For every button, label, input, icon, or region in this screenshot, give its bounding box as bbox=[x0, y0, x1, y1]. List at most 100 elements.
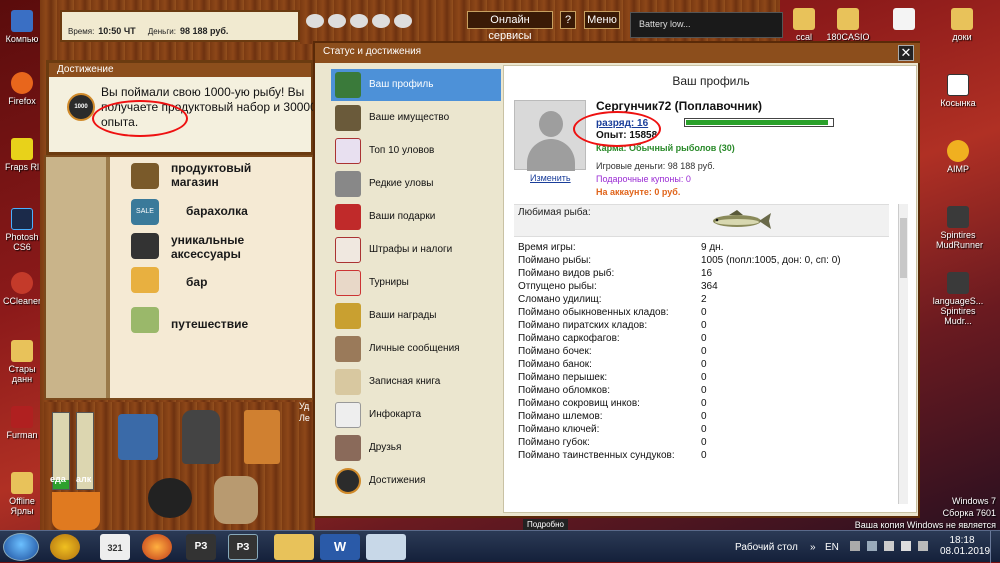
notebook-icon[interactable] bbox=[244, 410, 280, 464]
menu-item-notebook[interactable]: Записная книга bbox=[331, 366, 501, 398]
stats-row: Сломано удилищ: 2 bbox=[518, 294, 888, 307]
spintires-icon bbox=[947, 206, 969, 228]
pot-icon[interactable] bbox=[148, 478, 192, 518]
menu-item-achievements[interactable]: Достижения bbox=[331, 465, 501, 497]
stat-label: Поймано саркофагов: bbox=[518, 333, 620, 344]
shop-accessories[interactable]: уникальные аксессуары bbox=[171, 233, 244, 261]
stat-value: 1005 (попл:1005, дон: 0, сп: 0) bbox=[701, 255, 841, 266]
highlight-circle bbox=[92, 100, 188, 137]
side-labels: Уд Ле bbox=[299, 400, 313, 440]
stat-value: 9 дн. bbox=[701, 242, 724, 253]
food-label: еда bbox=[50, 474, 66, 484]
rf3-icon[interactable]: РЗ bbox=[228, 534, 258, 560]
scrollbar-thumb[interactable] bbox=[900, 218, 907, 278]
shop-bar[interactable]: бар bbox=[186, 275, 207, 289]
desktop-icon-language[interactable]: languageS... Spintires Mudr... bbox=[930, 272, 986, 326]
calendar-321-icon[interactable]: 321 bbox=[100, 534, 130, 560]
word-icon[interactable]: W bbox=[320, 534, 360, 560]
rf3-icon[interactable]: РЗ bbox=[186, 534, 216, 560]
clock[interactable]: 18:18 08.01.2019 bbox=[940, 535, 990, 557]
menu-item-profile[interactable]: Ваш профиль bbox=[331, 69, 501, 101]
favorite-fish-label: Любимая рыба: bbox=[518, 207, 591, 218]
menu-item-rare[interactable]: Редкие уловы bbox=[331, 168, 501, 200]
achievement-title: Достижение bbox=[49, 63, 311, 77]
edit-profile-link[interactable]: Изменить bbox=[530, 173, 571, 183]
tray-flag-icon[interactable] bbox=[867, 541, 877, 551]
desktop-icon-aimp[interactable]: AIMP bbox=[936, 140, 980, 174]
stats-row: Поймано видов рыб: 16 bbox=[518, 268, 888, 281]
explorer-icon[interactable] bbox=[274, 534, 314, 560]
furman-icon bbox=[11, 406, 33, 428]
start-button[interactable] bbox=[3, 533, 39, 561]
status-window-title: Статус и достижения bbox=[315, 43, 920, 63]
bucket-icon[interactable] bbox=[52, 492, 100, 530]
profile-icon bbox=[335, 72, 361, 98]
menu-item-tournaments[interactable]: Турниры bbox=[331, 267, 501, 299]
desktop-icon-computer[interactable]: Компью bbox=[0, 10, 44, 44]
rank-progress-fill bbox=[686, 120, 828, 125]
desktop-icon-fraps[interactable]: Fraps Rl bbox=[0, 138, 44, 172]
show-desktop-button[interactable] bbox=[990, 531, 1000, 563]
stat-label: Время игры: bbox=[518, 242, 576, 253]
desktop-icon-docs[interactable]: доки bbox=[940, 8, 984, 42]
menu-item-property[interactable]: Ваше имущество bbox=[331, 102, 501, 134]
desktop-icon-file[interactable] bbox=[882, 8, 926, 32]
desktop-icon-kosynka[interactable]: Косынка bbox=[936, 74, 980, 108]
menu-item-gifts[interactable]: Ваши подарки bbox=[331, 201, 501, 233]
stat-value: 0 bbox=[701, 372, 707, 383]
account-text: На аккаунте: 0 руб. bbox=[596, 187, 681, 197]
desktop-icon-furman[interactable]: Furman bbox=[0, 406, 44, 440]
bait-icon bbox=[372, 14, 390, 28]
desktop-icon-spintires[interactable]: Spintires MudRunner bbox=[936, 206, 983, 250]
stats-row: Поймано бочек: 0 bbox=[518, 346, 888, 359]
aimp-icon[interactable] bbox=[50, 534, 80, 560]
firefox-icon[interactable] bbox=[142, 534, 172, 560]
stat-value: 0 bbox=[701, 385, 707, 396]
desktop-icon-ccleaner[interactable]: CCleaner bbox=[0, 272, 44, 306]
desktop-toolbar-label[interactable]: Рабочий стол bbox=[735, 542, 798, 553]
desktop-icon-offline[interactable]: Offline Ярлы bbox=[0, 472, 44, 516]
coupons-text: Подарочные купоны: 0 bbox=[596, 174, 691, 184]
desktop-icon-ccal[interactable]: ccal bbox=[782, 8, 826, 42]
folder-icon bbox=[11, 472, 33, 494]
stats-row: Поймано банок: 0 bbox=[518, 359, 888, 372]
scrollbar[interactable] bbox=[898, 204, 908, 504]
close-button[interactable]: ✕ bbox=[898, 45, 914, 61]
tray-power-icon[interactable] bbox=[901, 541, 911, 551]
tray-arrow-icon[interactable] bbox=[850, 541, 860, 551]
backpack-icon[interactable] bbox=[182, 410, 220, 464]
menu-item-top10[interactable]: Топ 10 уловов bbox=[331, 135, 501, 167]
taskbar: 321 РЗ РЗ W Рабочий стол » EN 18:18 08.01… bbox=[0, 530, 1000, 563]
language-indicator[interactable]: EN bbox=[825, 542, 839, 553]
shop-grocery[interactable]: продуктовый магазин bbox=[171, 161, 251, 189]
stat-label: Поймано перышек: bbox=[518, 372, 608, 383]
stat-value: 0 bbox=[701, 307, 707, 318]
side-label: Уд bbox=[299, 401, 310, 411]
folder-icon bbox=[11, 340, 33, 362]
desktop-icon-firefox[interactable]: Firefox bbox=[0, 72, 44, 106]
stat-label: Поймано обыкновенных кладов: bbox=[518, 307, 669, 318]
tray-chevron-icon[interactable]: » bbox=[810, 542, 816, 553]
book-spine bbox=[46, 157, 106, 398]
menu-item-awards[interactable]: Ваши награды bbox=[331, 300, 501, 332]
menu-item-infocard[interactable]: Инфокарта bbox=[331, 399, 501, 431]
desktop-icon-old-data[interactable]: Стары данн bbox=[0, 340, 44, 384]
desktop-icon-photoshop[interactable]: Photosh CS6 bbox=[0, 208, 44, 252]
desktop-icon-casio[interactable]: 180CASIO bbox=[826, 8, 870, 42]
bait-slots[interactable] bbox=[306, 14, 412, 30]
profile-panel: Ваш профиль Изменить Сергунчик72 (Поплав… bbox=[503, 65, 917, 513]
stat-value: 0 bbox=[701, 320, 707, 331]
shop-flea-market[interactable]: барахолка bbox=[186, 204, 248, 218]
help-button[interactable]: ? bbox=[560, 11, 576, 29]
menu-item-messages[interactable]: Личные сообщения bbox=[331, 333, 501, 365]
sack-icon[interactable] bbox=[214, 476, 258, 524]
menu-item-fines[interactable]: Штрафы и налоги bbox=[331, 234, 501, 266]
menu-button[interactable]: Меню bbox=[584, 11, 620, 29]
online-services-button[interactable]: Онлайн сервисы bbox=[467, 11, 553, 42]
shop-travel[interactable]: путешествие bbox=[171, 317, 248, 331]
tray-volume-icon[interactable] bbox=[918, 541, 928, 551]
menu-item-friends[interactable]: Друзья bbox=[331, 432, 501, 464]
tackle-box-icon[interactable] bbox=[118, 414, 158, 460]
paint-icon[interactable] bbox=[366, 534, 406, 560]
tray-network-icon[interactable] bbox=[884, 541, 894, 551]
